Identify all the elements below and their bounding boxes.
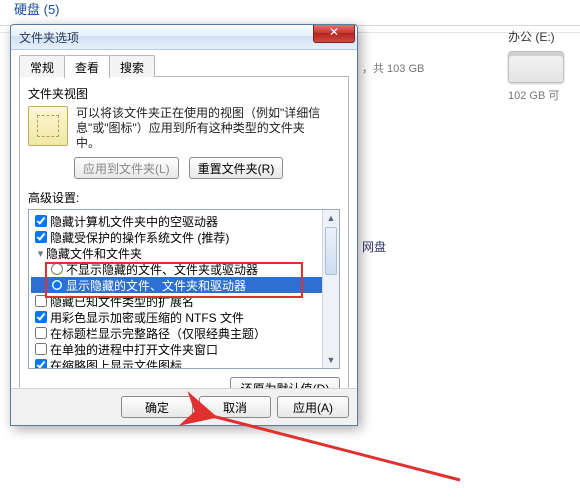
tab-view[interactable]: 查看 bbox=[64, 55, 110, 78]
